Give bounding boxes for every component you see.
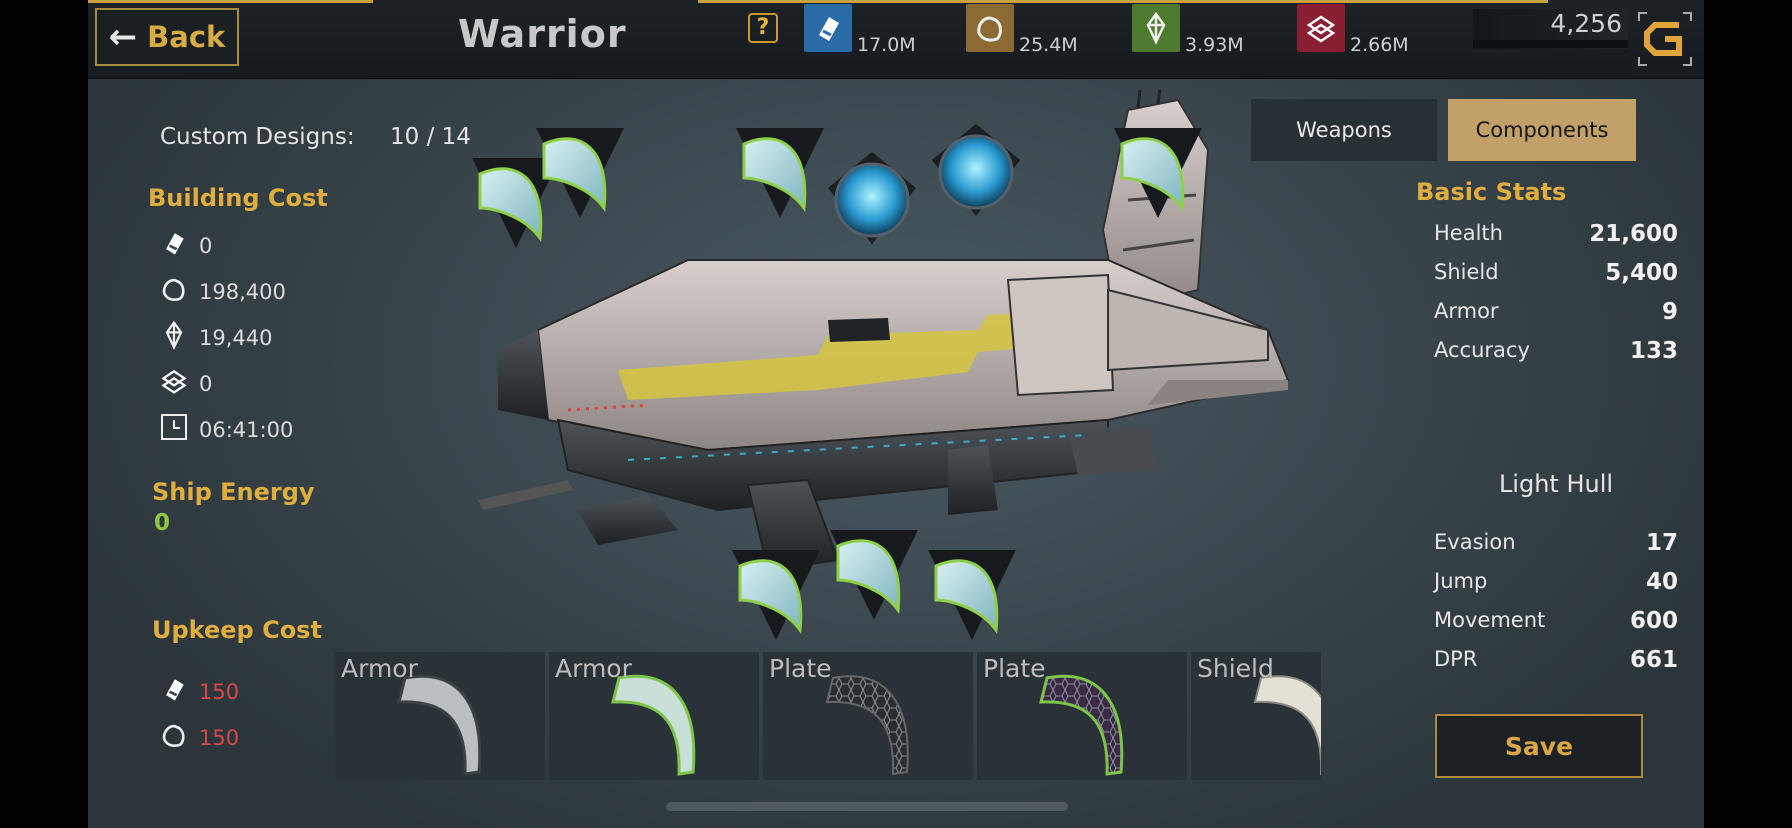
component-card-armor[interactable]: Armor [335, 652, 545, 780]
upkeep-row-ore: 150 [157, 718, 239, 752]
ore-icon [157, 718, 191, 752]
component-label: Armor [555, 654, 632, 683]
hull-plate-slot[interactable] [922, 530, 1022, 640]
stat-shield: Shield 5,400 [1434, 260, 1678, 292]
home-indicator[interactable] [666, 802, 1068, 811]
stat-label: Jump [1434, 569, 1488, 593]
cost-row-time: 06:41:00 [157, 410, 293, 444]
component-card-plate[interactable]: Plate [763, 652, 973, 780]
stat-label: Evasion [1434, 530, 1516, 554]
hull-plate-slot[interactable] [824, 510, 924, 620]
credits-icon [804, 4, 852, 52]
ore-icon [157, 272, 191, 306]
cost-value: 0 [199, 234, 213, 258]
hull-plate-slot[interactable] [730, 98, 830, 218]
ship-energy-title: Ship Energy [152, 478, 315, 506]
top-accent-line [88, 0, 373, 3]
stat-label: Health [1434, 221, 1503, 245]
crystal-icon [1132, 4, 1180, 52]
hull-plate-slot[interactable] [726, 530, 826, 640]
hull-name: Light Hull [1498, 470, 1614, 498]
upkeep-value: 150 [199, 726, 240, 750]
stat-armor: Armor 9 [1434, 299, 1678, 331]
stat-value: 17 [1645, 530, 1678, 556]
component-card-armor[interactable]: Armor [549, 652, 759, 780]
stat-evasion: Evasion 17 [1434, 530, 1678, 562]
component-card-shield[interactable]: Shield [1191, 652, 1321, 780]
credits-icon [157, 226, 191, 260]
back-button[interactable]: ← Back [95, 8, 239, 66]
stat-value: 40 [1645, 569, 1678, 595]
ship-designer-screen: ← Back Warrior ? 17.0M 25.4M 3.93M 2.66M… [88, 0, 1704, 828]
stat-label: Accuracy [1434, 338, 1530, 362]
stat-label: Movement [1434, 608, 1546, 632]
stat-value: 5,400 [1605, 260, 1678, 286]
ship-energy-value: 0 [154, 510, 171, 536]
stat-movement: Movement 600 [1434, 608, 1678, 640]
top-bar: ← Back Warrior ? 17.0M 25.4M 3.93M 2.66M… [88, 0, 1704, 79]
tab-weapons[interactable]: Weapons [1251, 99, 1437, 161]
cost-row-ore: 198,400 [157, 272, 286, 306]
tab-components[interactable]: Components [1448, 99, 1636, 161]
basic-stats-title: Basic Stats [1416, 178, 1567, 206]
component-label: Plate [769, 654, 832, 683]
hull-plate-slot[interactable] [1108, 98, 1208, 218]
upkeep-value: 150 [199, 680, 240, 704]
cost-value: 198,400 [199, 280, 286, 304]
stat-value: 9 [1661, 299, 1678, 325]
cost-value: 0 [199, 372, 213, 396]
stat-label: Shield [1434, 260, 1499, 284]
stat-value: 21,600 [1589, 221, 1678, 247]
stat-label: DPR [1434, 647, 1478, 671]
component-label: Shield [1197, 654, 1274, 683]
gold-currency-icon[interactable] [1636, 10, 1694, 68]
help-button[interactable]: ? [748, 13, 778, 43]
alloy-icon [1297, 4, 1345, 52]
shield-dome-slot[interactable] [926, 120, 1026, 220]
stat-value: 661 [1629, 647, 1678, 673]
save-button[interactable]: Save [1435, 714, 1643, 778]
cost-row-crystal: 19,440 [157, 318, 272, 352]
cost-value: 19,440 [199, 326, 273, 350]
shield-dome-slot[interactable] [822, 148, 922, 248]
building-cost-title: Building Cost [148, 184, 328, 212]
gold-bar [1473, 40, 1628, 48]
resource-value: 3.93M [1185, 34, 1244, 56]
back-arrow-icon: ← [108, 17, 138, 57]
ore-icon [966, 4, 1014, 52]
clock-icon [157, 410, 191, 444]
stat-accuracy: Accuracy 133 [1434, 338, 1678, 370]
stat-value: 600 [1629, 608, 1678, 634]
stat-jump: Jump 40 [1434, 569, 1678, 601]
cost-row-credits: 0 [157, 226, 212, 260]
component-label: Plate [983, 654, 1046, 683]
stat-label: Armor [1434, 299, 1499, 323]
custom-designs-label: Custom Designs: [160, 124, 355, 150]
stat-dpr: DPR 661 [1434, 647, 1678, 679]
credits-icon [157, 672, 191, 706]
resource-value: 17.0M [857, 34, 916, 56]
back-label: Back [147, 20, 226, 54]
top-accent-line [698, 0, 1548, 3]
resource-value: 2.66M [1350, 34, 1409, 56]
stat-health: Health 21,600 [1434, 221, 1678, 253]
component-label: Armor [341, 654, 418, 683]
stat-value: 133 [1629, 338, 1678, 364]
page-title: Warrior [458, 12, 627, 56]
alloy-icon [157, 364, 191, 398]
crystal-icon [157, 318, 191, 352]
cost-row-alloy: 0 [157, 364, 212, 398]
hull-plate-slot[interactable] [530, 98, 630, 218]
upkeep-cost-title: Upkeep Cost [152, 616, 322, 644]
upkeep-row-credits: 150 [157, 672, 239, 706]
component-card-plate[interactable]: Plate [977, 652, 1187, 780]
cost-value: 06:41:00 [199, 418, 294, 442]
resource-value: 25.4M [1019, 34, 1078, 56]
